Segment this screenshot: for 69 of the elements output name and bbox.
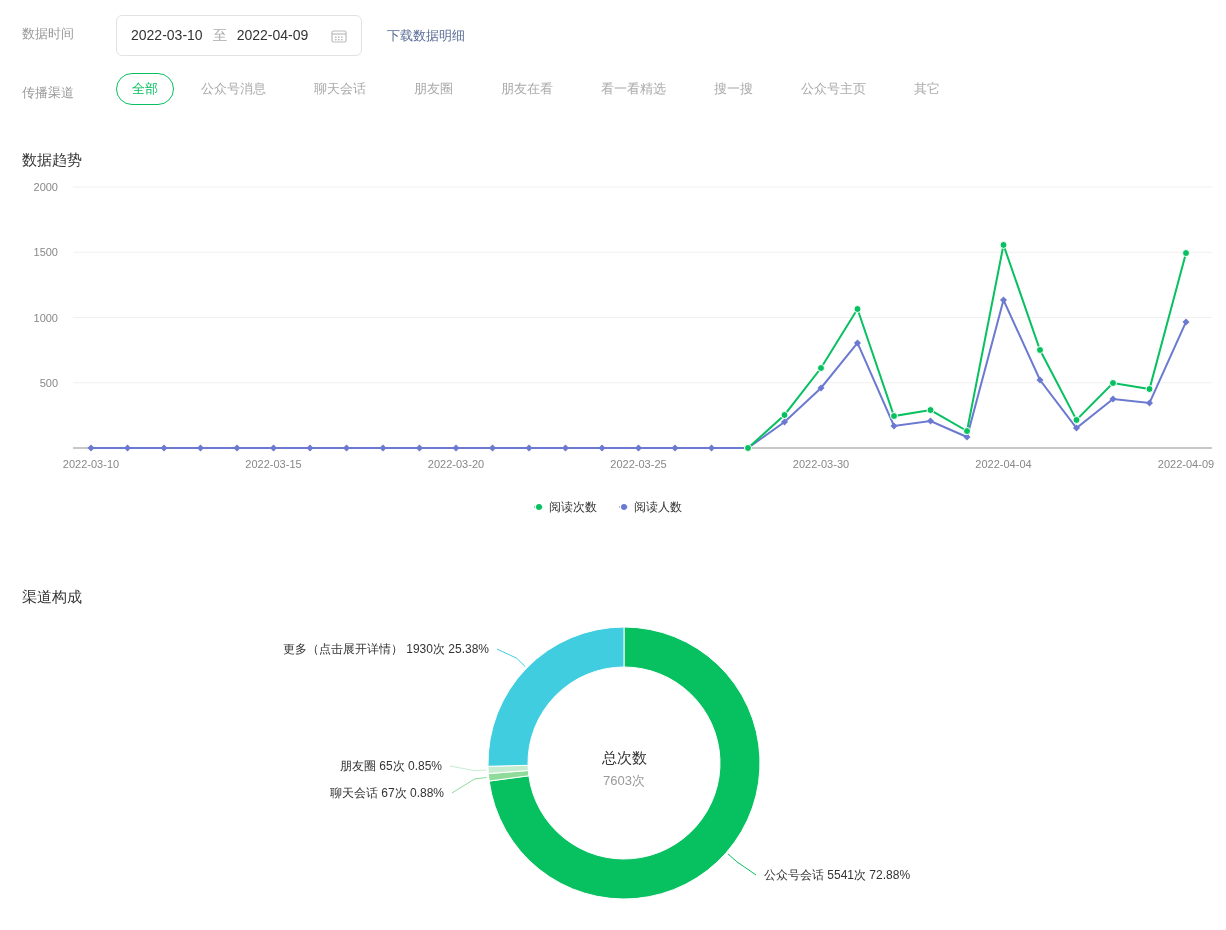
data-point [1182,317,1190,325]
x-axis-label: 2022-04-04 [975,457,1032,470]
channel-tab[interactable]: 朋友圈 [393,73,474,105]
data-point [1036,345,1044,354]
data-point [999,240,1008,249]
data-point [853,338,862,346]
x-axis-label: 2022-03-20 [427,457,485,470]
date-range-picker[interactable]: 2022-03-10 至 2022-04-09 [116,15,362,56]
y-axis-label: 500 [39,376,58,389]
data-point [379,443,387,452]
data-point [1109,395,1117,403]
data-point [853,304,862,313]
field-label: 数据时间 [22,25,75,43]
slice-label: 公众号会话 5541次 72.88% [764,868,911,882]
slice-label: 朋友圈 65次 0.85% [339,759,442,773]
data-point [452,443,460,452]
range-separator: 至 [212,26,227,45]
y-axis-label: 2000 [33,180,58,193]
leader-line [727,853,757,876]
center-value: 7603次 [603,773,645,788]
data-point [926,416,935,424]
data-point [1036,375,1044,384]
download-link[interactable]: 下载数据明细 [387,25,465,46]
channel-tab[interactable]: 朋友在看 [480,73,574,105]
data-point [999,296,1008,304]
x-axis-label: 2022-03-25 [610,457,667,470]
data-point [1072,415,1081,424]
channel-tab[interactable]: 其它 [893,73,961,105]
legend-marker-icon [619,503,629,510]
data-point [160,443,168,452]
data-point [87,443,95,452]
y-axis-label: 1500 [33,245,58,258]
data-point [817,363,825,372]
slice-label: 聊天会话 67次 0.88% [329,786,444,800]
data-point [1109,378,1117,387]
data-point [817,383,825,391]
end-date: 2022-04-09 [236,26,309,45]
x-axis-label: 2022-04-09 [1157,457,1215,470]
legend-item[interactable]: 阅读次数 [534,497,597,516]
center-title: 总次数 [601,749,647,766]
data-point [1145,384,1154,393]
data-point [525,443,533,452]
data-point [780,410,789,419]
channel-tab[interactable]: 公众号主页 [780,73,887,105]
donut-slice[interactable] [488,626,761,900]
data-point [926,405,935,414]
x-axis-label: 2022-03-30 [792,457,850,470]
section-title: 渠道构成 [21,586,83,607]
data-point [233,443,241,452]
data-point [306,443,314,452]
x-axis-label: 2022-03-10 [62,457,120,470]
legend-marker-icon [534,503,544,510]
channel-tab[interactable]: 公众号消息 [180,73,287,105]
data-point [598,443,606,452]
channel-tab[interactable]: 聊天会话 [293,73,387,105]
field-label: 传播渠道 [22,84,75,103]
leader-line [451,777,488,794]
legend-item[interactable]: 阅读人数 [619,497,682,516]
y-axis-label: 1000 [33,311,58,323]
data-point [1182,248,1190,257]
slice-label: 更多（点击展开详情） 1930次 25.38% [282,642,489,656]
start-date: 2022-03-10 [131,26,203,45]
calendar-icon [331,28,347,43]
leader-line [496,648,526,668]
x-axis-label: 2022-03-15 [245,457,302,470]
section-title: 数据趋势 [21,150,83,170]
data-point [671,443,679,452]
data-point [1145,398,1154,406]
leader-line [449,765,487,772]
